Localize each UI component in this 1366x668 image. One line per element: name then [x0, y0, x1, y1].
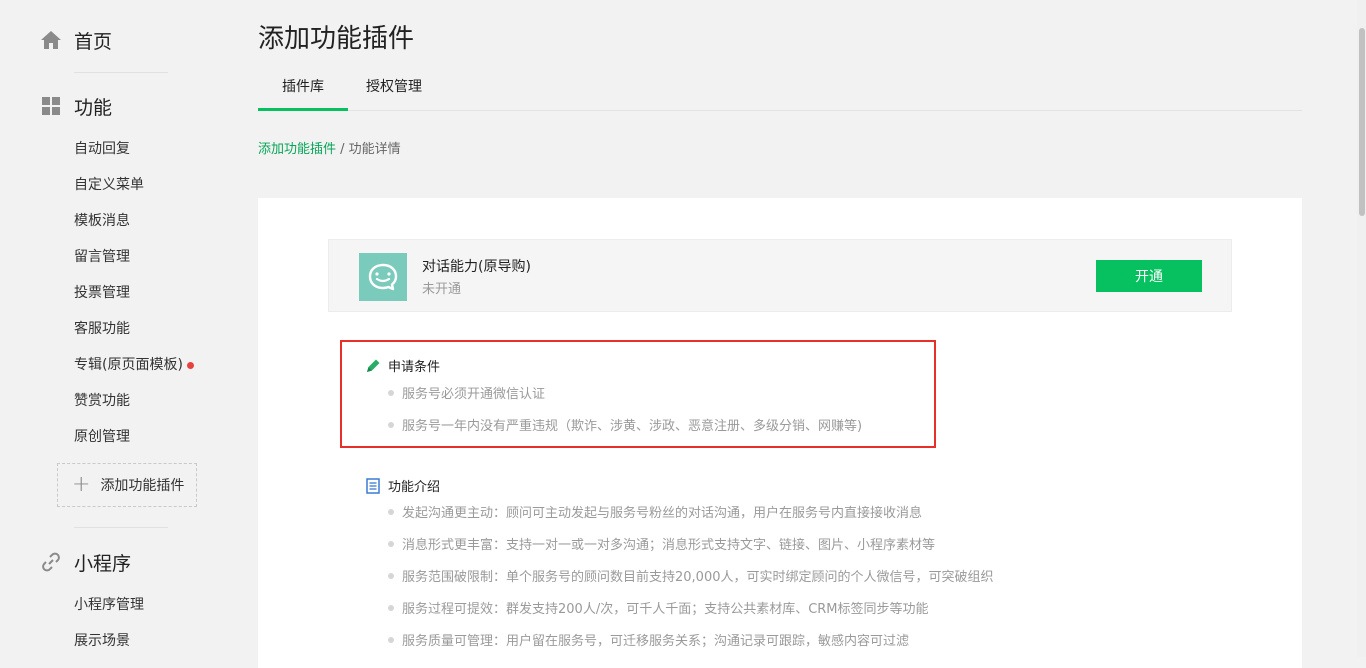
sidebar: 首页 功能 自动回复 自定义菜单 模板消息 留言管理 投票管理 客服功能 专辑(…	[0, 0, 238, 657]
plugin-name: 对话能力(原导购)	[422, 259, 531, 275]
plugin-status: 未开通	[422, 282, 462, 297]
bullet-dot	[388, 572, 394, 579]
breadcrumb-current: 功能详情	[348, 142, 401, 157]
intro-item-text: 发起沟通更主动：顾问可主动发起与服务号粉丝的对话沟通，用户在服务号内直接接收消息	[402, 506, 923, 521]
sidebar-home[interactable]: 首页	[40, 28, 113, 53]
tab-bar: 插件库 授权管理	[258, 70, 1302, 111]
intro-item-text: 服务过程可提效：群发支持200人/次，可千人千面；支持公共素材库、CRM标签同步…	[402, 602, 929, 617]
sidebar-item-auto-reply[interactable]: 自动回复	[74, 139, 130, 159]
breadcrumb-separator: /	[336, 142, 349, 157]
intro-item: 服务质量可管理：用户留在服务号，可迁移服务关系；沟通记录可跟踪，敏感内容可过滤	[388, 630, 909, 649]
intro-item: 服务过程可提效：群发支持200人/次，可千人千面；支持公共素材库、CRM标签同步…	[388, 598, 929, 617]
sidebar-miniprogram-label: 小程序	[74, 552, 132, 575]
sidebar-item-custom-menu[interactable]: 自定义菜单	[74, 175, 144, 195]
plugin-detail-card: 对话能力(原导购) 未开通 开通 申请条件 服务号必须开通微信认证 服务号一年内…	[258, 198, 1302, 668]
conditions-title: 申请条件	[365, 356, 440, 375]
document-icon	[365, 477, 381, 494]
breadcrumb-link[interactable]: 添加功能插件	[258, 142, 336, 157]
intro-item: 消息形式更丰富：支持一对一或一对多沟通；消息形式支持文字、链接、图片、小程序素材…	[388, 534, 935, 553]
intro-item-text: 服务质量可管理：用户留在服务号，可迁移服务关系；沟通记录可跟踪，敏感内容可过滤	[402, 634, 910, 649]
sidebar-item-vote-management[interactable]: 投票管理	[74, 283, 130, 303]
sidebar-home-label: 首页	[74, 30, 113, 53]
intro-item-text: 消息形式更丰富：支持一对一或一对多沟通；消息形式支持文字、链接、图片、小程序素材…	[402, 538, 936, 553]
tab-authorization-management[interactable]: 授权管理	[358, 70, 430, 108]
scrollbar-thumb[interactable]	[1359, 28, 1365, 216]
sidebar-divider	[74, 72, 168, 73]
condition-item-text: 服务号一年内没有严重违规（欺诈、涉黄、涉政、恶意注册、多级分销、网赚等)	[402, 419, 863, 434]
home-icon	[40, 29, 62, 51]
chat-bubble-icon	[359, 253, 407, 301]
tab-plugin-library[interactable]: 插件库	[258, 70, 348, 111]
bullet-dot	[388, 389, 394, 396]
condition-item: 服务号必须开通微信认证	[388, 383, 545, 402]
intro-item: 发起沟通更主动：顾问可主动发起与服务号粉丝的对话沟通，用户在服务号内直接接收消息	[388, 502, 922, 521]
sidebar-function-label: 功能	[74, 96, 113, 119]
sidebar-item-album-label: 专辑(原页面模板)	[74, 357, 183, 373]
condition-item-text: 服务号必须开通微信认证	[402, 387, 546, 402]
conditions-title-text: 申请条件	[388, 360, 441, 375]
sidebar-item-display-scene[interactable]: 展示场景	[74, 631, 130, 651]
breadcrumb: 添加功能插件 / 功能详情	[258, 138, 401, 157]
bullet-dot	[388, 508, 394, 515]
sidebar-item-comment-management[interactable]: 留言管理	[74, 247, 130, 267]
bullet-dot	[388, 540, 394, 547]
pencil-icon	[365, 358, 381, 374]
intro-item-text: 服务范围破限制：单个服务号的顾问数目前支持20,000人，可实时绑定顾问的个人微…	[402, 570, 994, 585]
sidebar-function[interactable]: 功能	[40, 94, 113, 119]
sidebar-item-customer-service[interactable]: 客服功能	[74, 319, 130, 339]
sidebar-item-appreciation[interactable]: 赞赏功能	[74, 391, 130, 411]
sidebar-item-original-management[interactable]: 原创管理	[74, 427, 130, 447]
sidebar-item-album[interactable]: 专辑(原页面模板)	[74, 355, 194, 375]
sidebar-miniprogram[interactable]: 小程序	[40, 550, 132, 575]
sidebar-item-template-message[interactable]: 模板消息	[74, 211, 130, 231]
sidebar-item-miniprogram-management[interactable]: 小程序管理	[74, 595, 144, 615]
intro-title-text: 功能介绍	[388, 480, 441, 495]
link-icon	[40, 551, 62, 573]
open-button[interactable]: 开通	[1096, 260, 1202, 292]
plus-icon: +	[72, 472, 91, 497]
add-plugin-button[interactable]: + 添加功能插件	[57, 463, 197, 507]
condition-item: 服务号一年内没有严重违规（欺诈、涉黄、涉政、恶意注册、多级分销、网赚等)	[388, 415, 862, 434]
grid-icon	[40, 95, 62, 117]
plugin-header: 对话能力(原导购) 未开通 开通	[328, 239, 1232, 312]
intro-title: 功能介绍	[365, 476, 440, 495]
sidebar-divider	[74, 527, 168, 528]
new-badge-dot	[186, 361, 194, 369]
bullet-dot	[388, 636, 394, 643]
bullet-dot	[388, 604, 394, 611]
intro-item: 服务范围破限制：单个服务号的顾问数目前支持20,000人，可实时绑定顾问的个人微…	[388, 566, 994, 585]
bullet-dot	[388, 421, 394, 428]
page-title: 添加功能插件	[258, 24, 415, 54]
add-plugin-label: 添加功能插件	[100, 478, 185, 494]
